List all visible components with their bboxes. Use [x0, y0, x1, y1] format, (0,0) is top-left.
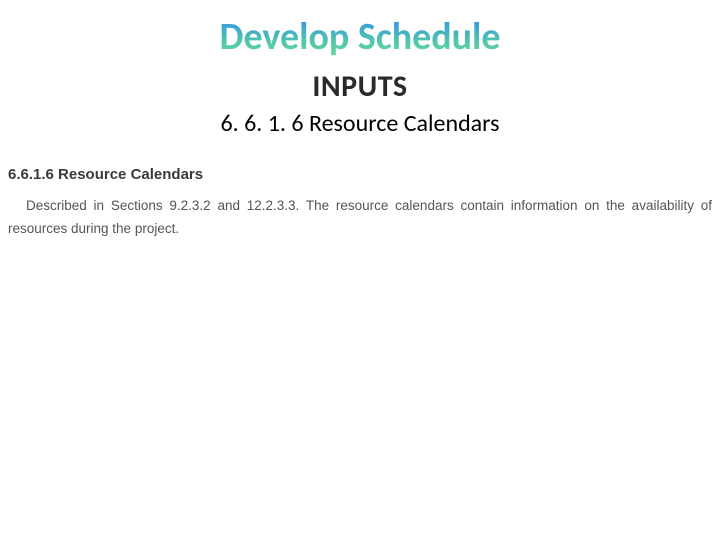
- excerpt-block: 6.6.1.6 Resource Calendars Described in …: [0, 166, 720, 241]
- slide-subtitle: INPUTS: [0, 68, 720, 105]
- excerpt-body: Described in Sections 9.2.3.2 and 12.2.3…: [8, 195, 712, 241]
- slide: Develop Schedule INPUTS 6. 6. 1. 6 Resou…: [0, 0, 720, 540]
- excerpt-heading: 6.6.1.6 Resource Calendars: [8, 166, 712, 183]
- section-label: 6. 6. 1. 6 Resource Calendars: [0, 109, 720, 138]
- slide-title: Develop Schedule: [0, 0, 720, 60]
